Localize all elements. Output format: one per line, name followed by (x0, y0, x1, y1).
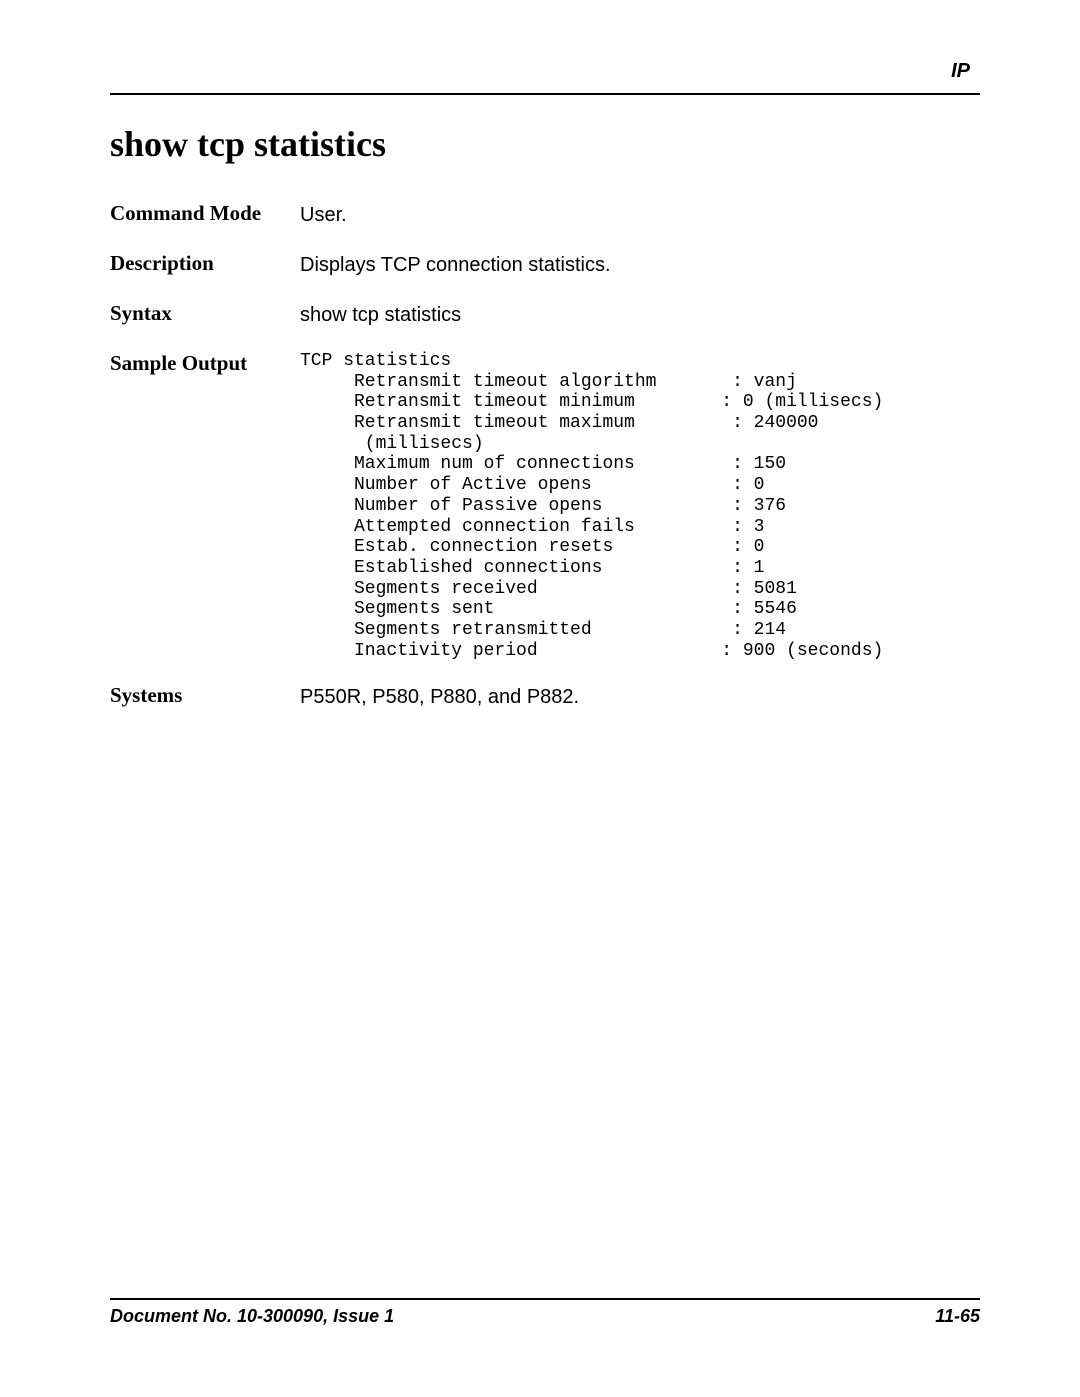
value-systems: P550R, P580, P880, and P882. (300, 683, 980, 711)
row-systems: Systems P550R, P580, P880, and P882. (110, 683, 980, 711)
label-sample-output: Sample Output (110, 351, 300, 376)
header-section-label: IP (110, 60, 980, 83)
value-syntax: show tcp statistics (300, 301, 980, 329)
value-command-mode: User. (300, 201, 980, 229)
row-command-mode: Command Mode User. (110, 201, 980, 229)
label-description: Description (110, 251, 300, 276)
page-title: show tcp statistics (110, 123, 980, 165)
footer-rule (110, 1298, 980, 1300)
value-description: Displays TCP connection statistics. (300, 251, 980, 279)
header-rule (110, 93, 980, 95)
row-description: Description Displays TCP connection stat… (110, 251, 980, 279)
label-systems: Systems (110, 683, 300, 708)
label-syntax: Syntax (110, 301, 300, 326)
label-command-mode: Command Mode (110, 201, 300, 226)
row-sample-output: Sample Output TCP statistics Retransmit … (110, 351, 980, 661)
footer-document-number: Document No. 10-300090, Issue 1 (110, 1306, 394, 1327)
page-footer: Document No. 10-300090, Issue 1 11-65 (110, 1298, 980, 1327)
value-sample-output: TCP statistics Retransmit timeout algori… (300, 351, 980, 661)
footer-page-number: 11-65 (935, 1306, 980, 1327)
row-syntax: Syntax show tcp statistics (110, 301, 980, 329)
